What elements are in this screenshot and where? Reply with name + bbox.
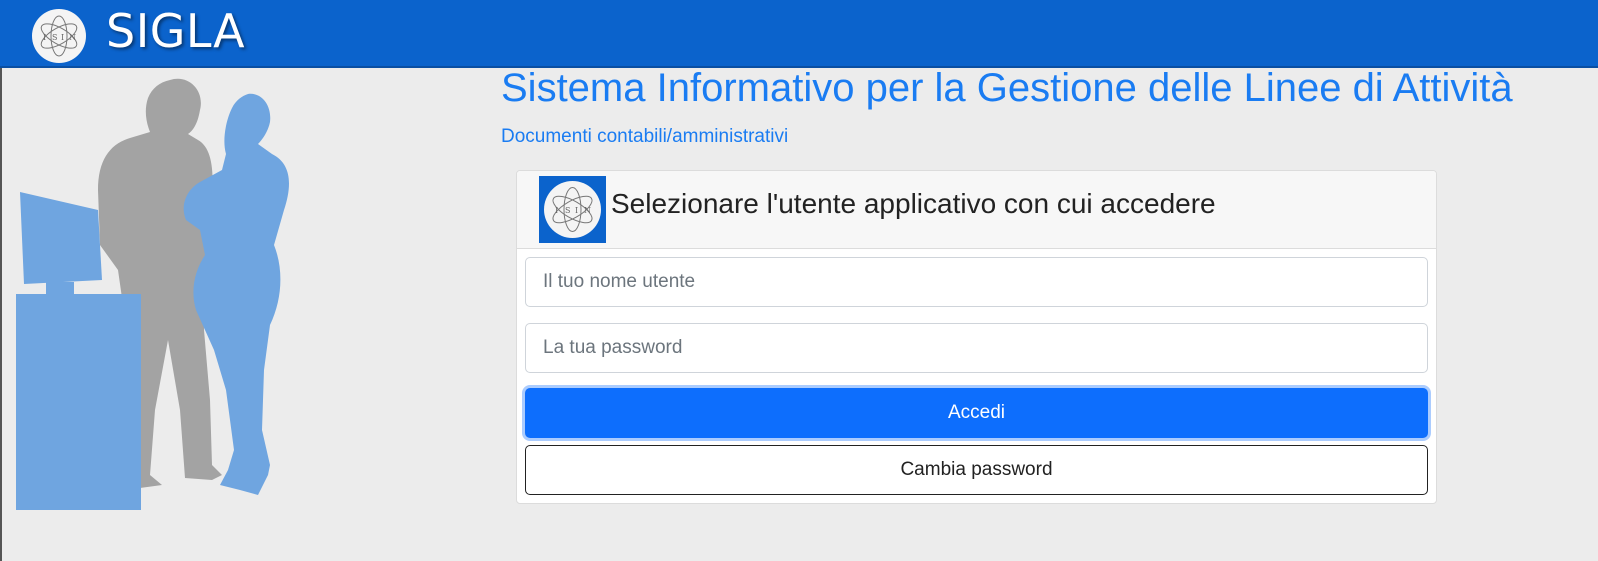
svg-text:I: I: [555, 206, 558, 215]
change-password-button[interactable]: Cambia password: [525, 445, 1428, 495]
atom-logo-icon: I S I N: [32, 9, 86, 63]
login-card-header: I S I N Selezionare l'utente applicativo…: [517, 171, 1436, 249]
people-at-computer-illustration: [0, 70, 480, 530]
svg-text:S: S: [52, 33, 57, 42]
login-button[interactable]: Accedi: [525, 388, 1428, 438]
login-card: I S I N Selezionare l'utente applicativo…: [516, 170, 1437, 504]
app-subtitle: Documenti contabili/amministrativi: [501, 126, 789, 147]
svg-text:I: I: [575, 206, 578, 215]
svg-text:I: I: [43, 33, 46, 42]
svg-text:I: I: [61, 33, 64, 42]
atom-logo-icon: I S I N: [539, 176, 606, 243]
brand-name: SIGLA: [106, 4, 246, 58]
svg-text:S: S: [565, 206, 570, 215]
username-input[interactable]: [525, 257, 1428, 307]
app-title: Sistema Informativo per la Gestione dell…: [501, 66, 1513, 110]
svg-text:N: N: [69, 33, 76, 42]
top-navbar: I S I N SIGLA: [0, 0, 1598, 68]
svg-text:N: N: [584, 206, 591, 215]
password-input[interactable]: [525, 323, 1428, 373]
login-heading: Selezionare l'utente applicativo con cui…: [611, 188, 1216, 219]
